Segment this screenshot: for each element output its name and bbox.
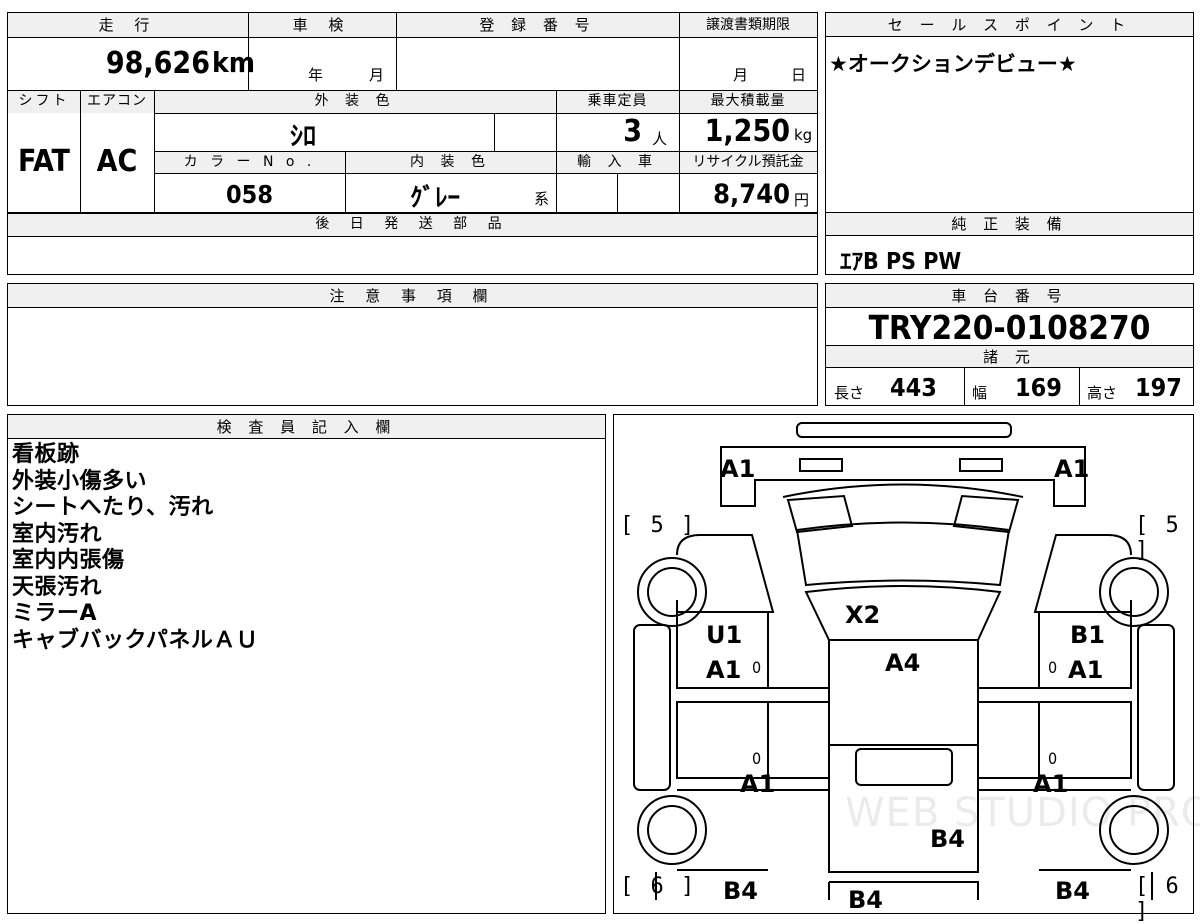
remark-line: 外装小傷多い: [12, 468, 148, 494]
max-load-label: 最大積載量: [679, 90, 817, 113]
damage-left-front-2: A1: [706, 656, 742, 684]
length-value: 443: [890, 373, 937, 402]
sales-point-header: セ ー ル ス ポ イ ン ト: [826, 13, 1193, 37]
damage-right-front-1: B1: [1070, 621, 1105, 649]
capacity-value: 3: [623, 114, 642, 149]
bracket-front-left: [ 5 ]: [620, 513, 697, 538]
zero-marker: 0: [1048, 749, 1058, 768]
bracket-rear-left: [ 6 ]: [620, 874, 697, 899]
shift-value: FAT: [18, 144, 70, 179]
damage-top-right: A1: [1054, 455, 1090, 483]
exterior-color-value: ｼﾛ: [290, 122, 317, 152]
exterior-color-label: 外 装 色: [154, 90, 556, 113]
width-value: 169: [1015, 373, 1062, 402]
capacity-label: 乗車定員: [556, 90, 679, 113]
interior-color-label: 内 装 色: [345, 151, 556, 173]
damage-windshield: X2: [845, 601, 881, 629]
remark-line: 室内汚れ: [12, 521, 103, 547]
zero-marker: 0: [752, 749, 762, 768]
shift-label: シフト: [8, 90, 80, 113]
damage-left-front-1: U1: [706, 621, 743, 649]
remark-line: 天張汚れ: [12, 574, 103, 600]
ac-label: エアコン: [80, 90, 154, 113]
max-load-unit: kg: [794, 126, 813, 144]
notes-header: 注 意 事 項 欄: [8, 284, 817, 308]
length-label: 長さ: [834, 384, 865, 402]
bracket-front-right: [ 5 ]: [1135, 513, 1181, 563]
capacity-unit: 人: [652, 130, 668, 148]
deadline-day-label: 日: [791, 66, 807, 84]
chassis-header: 車 台 番 号: [826, 284, 1193, 308]
genuine-equipment-text: ｴｱB PS PW: [840, 249, 962, 275]
import-label: 輸 入 車: [556, 151, 679, 173]
inspection-header: 車 検: [248, 13, 396, 37]
sales-point-text: ★オークションデビュー★: [829, 52, 1077, 76]
chassis-number: TRY220-0108270: [868, 308, 1151, 347]
registration-header: 登 録 番 号: [396, 13, 679, 37]
inspection-month-label: 月: [369, 66, 385, 84]
interior-color-suffix: 系: [534, 190, 550, 208]
height-value: 197: [1135, 373, 1182, 402]
later-parts-label: 後 日 発 送 部 品: [8, 213, 817, 236]
remark-line: ミラーA: [12, 601, 98, 626]
remark-line: 室内内張傷: [12, 548, 125, 573]
mileage-unit: km: [212, 46, 255, 79]
damage-top-left: A1: [720, 455, 756, 483]
zero-marker: 0: [1048, 658, 1058, 677]
interior-color-value: ｸﾞﾚｰ: [410, 183, 461, 212]
damage-left-mid: A1: [740, 770, 776, 798]
genuine-equipment-header: 純 正 装 備: [826, 213, 1193, 236]
deadline-month-label: 月: [733, 66, 749, 84]
remark-line: キャブバックパネルＡＵ: [12, 627, 259, 653]
damage-roof: A4: [885, 649, 921, 677]
color-no-label: カ ラ ー N o .: [154, 151, 345, 173]
recycle-unit: 円: [794, 191, 810, 209]
mileage-header: 走 行: [8, 13, 248, 37]
damage-bottom-left: B4: [723, 877, 758, 905]
height-label: 高さ: [1087, 384, 1118, 402]
damage-right-front-2: A1: [1068, 656, 1104, 684]
specs-header: 諸 元: [826, 345, 1193, 368]
max-load-value: 1,250: [704, 114, 790, 149]
color-no-value: 058: [226, 180, 273, 209]
remark-line: シートへたり、汚れ: [12, 495, 214, 520]
remark-line: 看板跡: [12, 442, 80, 467]
recycle-value: 8,740: [713, 179, 790, 210]
ac-value: AC: [96, 144, 138, 179]
transfer-deadline-header: 譲渡書類期限: [679, 13, 817, 37]
damage-bottom-center: B4: [848, 886, 883, 914]
damage-bottom-right: B4: [1055, 877, 1090, 905]
inspector-remarks: 看板跡 外装小傷多い シートへたり、汚れ 室内汚れ 室内内張傷 天張汚れ ミラー…: [12, 442, 602, 654]
zero-marker: 0: [752, 658, 762, 677]
recycle-label: リサイクル預託金: [679, 151, 817, 173]
width-label: 幅: [972, 384, 988, 402]
inspection-year-label: 年: [308, 66, 324, 84]
watermark: WEB STUDIO PRO: [845, 790, 1200, 836]
inspector-header: 検 査 員 記 入 欄: [8, 415, 605, 439]
bracket-rear-right: [ 6 ]: [1135, 874, 1181, 924]
mileage-value: 98,626: [105, 46, 210, 81]
